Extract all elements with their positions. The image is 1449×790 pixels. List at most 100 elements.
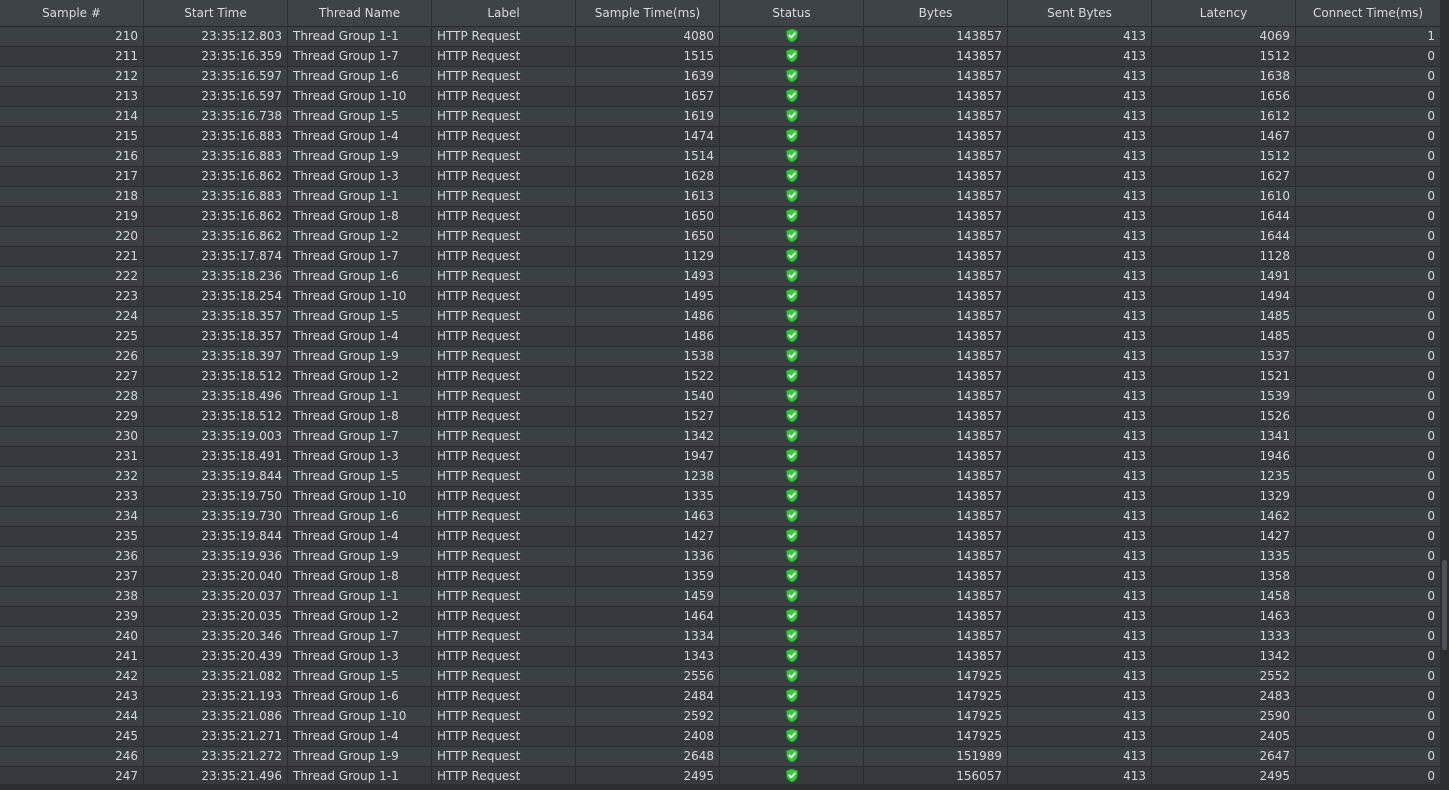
cell-label: HTTP Request (432, 347, 576, 366)
cell-status (720, 747, 864, 766)
column-header-label[interactable]: Label (432, 0, 576, 27)
cell-sent-bytes: 413 (1008, 567, 1152, 586)
table-row[interactable]: 235 23:35:19.844 Thread Group 1-4 HTTP Requ… (0, 527, 1440, 547)
cell-thread-name: Thread Group 1-3 (288, 447, 432, 466)
table-row[interactable]: 234 23:35:19.730 Thread Group 1-6 HTTP Requ… (0, 507, 1440, 527)
cell-latency: 2483 (1152, 687, 1296, 706)
success-shield-icon (785, 468, 798, 483)
cell-sample-number: 214 (0, 107, 144, 126)
cell-sample-number: 213 (0, 87, 144, 106)
cell-sample-time: 2495 (576, 767, 720, 784)
cell-connect-time: 0 (1427, 609, 1435, 623)
table-row[interactable]: 245 23:35:21.271 Thread Group 1-4 HTTP Requ… (0, 727, 1440, 747)
cell-bytes: 143857 (864, 87, 1008, 106)
cell-latency: 1512 (1152, 47, 1296, 66)
table-row[interactable]: 215 23:35:16.883 Thread Group 1-4 HTTP Requ… (0, 127, 1440, 147)
table-row[interactable]: 241 23:35:20.439 Thread Group 1-3 HTTP Requ… (0, 647, 1440, 667)
cell-sent-bytes: 413 (1008, 187, 1152, 206)
table-row[interactable]: 217 23:35:16.862 Thread Group 1-3 HTTP Requ… (0, 167, 1440, 187)
column-header-status[interactable]: Status (720, 0, 864, 27)
table-row[interactable]: 221 23:35:17.874 Thread Group 1-7 HTTP Requ… (0, 247, 1440, 267)
cell-sample-time: 1650 (576, 207, 720, 226)
column-header-bytes[interactable]: Bytes (864, 0, 1008, 27)
table-row[interactable]: 210 23:35:12.803 Thread Group 1-1 HTTP Requ… (0, 27, 1440, 47)
table-row[interactable]: 231 23:35:18.491 Thread Group 1-3 HTTP Requ… (0, 447, 1440, 467)
cell-thread-name: Thread Group 1-1 (288, 27, 432, 46)
table-row[interactable]: 219 23:35:16.862 Thread Group 1-8 HTTP Requ… (0, 207, 1440, 227)
cell-bytes: 143857 (864, 567, 1008, 586)
table-row[interactable]: 211 23:35:16.359 Thread Group 1-7 HTTP Requ… (0, 47, 1440, 67)
cell-sample-time: 2484 (576, 687, 720, 706)
cell-connect-time: 0 (1427, 429, 1435, 443)
table-row[interactable]: 238 23:35:20.037 Thread Group 1-1 HTTP Requ… (0, 587, 1440, 607)
cell-sample-time: 1474 (576, 127, 720, 146)
table-row[interactable]: 224 23:35:18.357 Thread Group 1-5 HTTP Requ… (0, 307, 1440, 327)
cell-connect-time: 0 (1427, 169, 1435, 183)
table-row[interactable]: 214 23:35:16.738 Thread Group 1-5 HTTP Requ… (0, 107, 1440, 127)
cell-label: HTTP Request (432, 587, 576, 606)
cell-label: HTTP Request (432, 707, 576, 726)
table-row[interactable]: 227 23:35:18.512 Thread Group 1-2 HTTP Requ… (0, 367, 1440, 387)
success-shield-icon (785, 228, 798, 243)
cell-thread-name: Thread Group 1-7 (288, 247, 432, 266)
table-row[interactable]: 242 23:35:21.082 Thread Group 1-5 HTTP Requ… (0, 667, 1440, 687)
cell-sample-time: 2592 (576, 707, 720, 726)
cell-status (720, 247, 864, 266)
cell-status (720, 407, 864, 426)
cell-label: HTTP Request (432, 547, 576, 566)
vertical-scrollbar[interactable] (1440, 0, 1449, 790)
cell-status (720, 527, 864, 546)
cell-connect-time: 0 (1427, 89, 1435, 103)
cell-start-time: 23:35:19.730 (144, 507, 288, 526)
column-header-latency[interactable]: Latency (1152, 0, 1296, 27)
table-row[interactable]: 239 23:35:20.035 Thread Group 1-2 HTTP Requ… (0, 607, 1440, 627)
table-row[interactable]: 232 23:35:19.844 Thread Group 1-5 HTTP Requ… (0, 467, 1440, 487)
column-header-sent-bytes[interactable]: Sent Bytes (1008, 0, 1152, 27)
table-row[interactable]: 226 23:35:18.397 Thread Group 1-9 HTTP Requ… (0, 347, 1440, 367)
table-row[interactable]: 216 23:35:16.883 Thread Group 1-9 HTTP Requ… (0, 147, 1440, 167)
table-row[interactable]: 228 23:35:18.496 Thread Group 1-1 HTTP Requ… (0, 387, 1440, 407)
table-row[interactable]: 223 23:35:18.254 Thread Group 1-10 HTTP Req… (0, 287, 1440, 307)
table-row[interactable]: 212 23:35:16.597 Thread Group 1-6 HTTP Requ… (0, 67, 1440, 87)
column-header-connect-time[interactable]: Connect Time(ms) (1296, 0, 1440, 27)
cell-sample-number: 243 (0, 687, 144, 706)
cell-thread-name: Thread Group 1-5 (288, 307, 432, 326)
cell-start-time: 23:35:16.597 (144, 67, 288, 86)
cell-status (720, 447, 864, 466)
cell-connect-time: 0 (1427, 549, 1435, 563)
cell-connect-time: 0 (1427, 769, 1435, 783)
scrollbar-thumb[interactable] (1442, 560, 1447, 650)
cell-sample-number: 227 (0, 367, 144, 386)
table-row[interactable]: 220 23:35:16.862 Thread Group 1-2 HTTP Requ… (0, 227, 1440, 247)
table-row[interactable]: 243 23:35:21.193 Thread Group 1-6 HTTP Requ… (0, 687, 1440, 707)
table-row[interactable]: 236 23:35:19.936 Thread Group 1-9 HTTP Requ… (0, 547, 1440, 567)
cell-latency: 1612 (1152, 107, 1296, 126)
column-header-thread-name[interactable]: Thread Name (288, 0, 432, 27)
table-row[interactable]: 246 23:35:21.272 Thread Group 1-9 HTTP Requ… (0, 747, 1440, 767)
table-row[interactable]: 237 23:35:20.040 Thread Group 1-8 HTTP Requ… (0, 567, 1440, 587)
cell-sample-number: 224 (0, 307, 144, 326)
table-row[interactable]: 230 23:35:19.003 Thread Group 1-7 HTTP Requ… (0, 427, 1440, 447)
table-row[interactable]: 244 23:35:21.086 Thread Group 1-10 HTTP Req… (0, 707, 1440, 727)
table-row[interactable]: 233 23:35:19.750 Thread Group 1-10 HTTP Req… (0, 487, 1440, 507)
cell-sample-number: 230 (0, 427, 144, 446)
cell-start-time: 23:35:16.738 (144, 107, 288, 126)
table-row[interactable]: 222 23:35:18.236 Thread Group 1-6 HTTP Requ… (0, 267, 1440, 287)
cell-start-time: 23:35:16.862 (144, 227, 288, 246)
cell-thread-name: Thread Group 1-1 (288, 587, 432, 606)
cell-thread-name: Thread Group 1-5 (288, 467, 432, 486)
table-row[interactable]: 218 23:35:16.883 Thread Group 1-1 HTTP Requ… (0, 187, 1440, 207)
cell-sample-number: 219 (0, 207, 144, 226)
table-row[interactable]: 213 23:35:16.597 Thread Group 1-10 HTTP Req… (0, 87, 1440, 107)
cell-bytes: 143857 (864, 147, 1008, 166)
cell-bytes: 143857 (864, 647, 1008, 666)
column-header-sample-number[interactable]: Sample # (0, 0, 144, 27)
table-row[interactable]: 229 23:35:18.512 Thread Group 1-8 HTTP Requ… (0, 407, 1440, 427)
table-row[interactable]: 247 23:35:21.496 Thread Group 1-1 HTTP Requ… (0, 767, 1440, 784)
table-row[interactable]: 225 23:35:18.357 Thread Group 1-4 HTTP Requ… (0, 327, 1440, 347)
column-header-sample-time[interactable]: Sample Time(ms) (576, 0, 720, 27)
column-header-start-time[interactable]: Start Time (144, 0, 288, 27)
cell-label: HTTP Request (432, 407, 576, 426)
cell-start-time: 23:35:16.862 (144, 207, 288, 226)
table-row[interactable]: 240 23:35:20.346 Thread Group 1-7 HTTP Requ… (0, 627, 1440, 647)
